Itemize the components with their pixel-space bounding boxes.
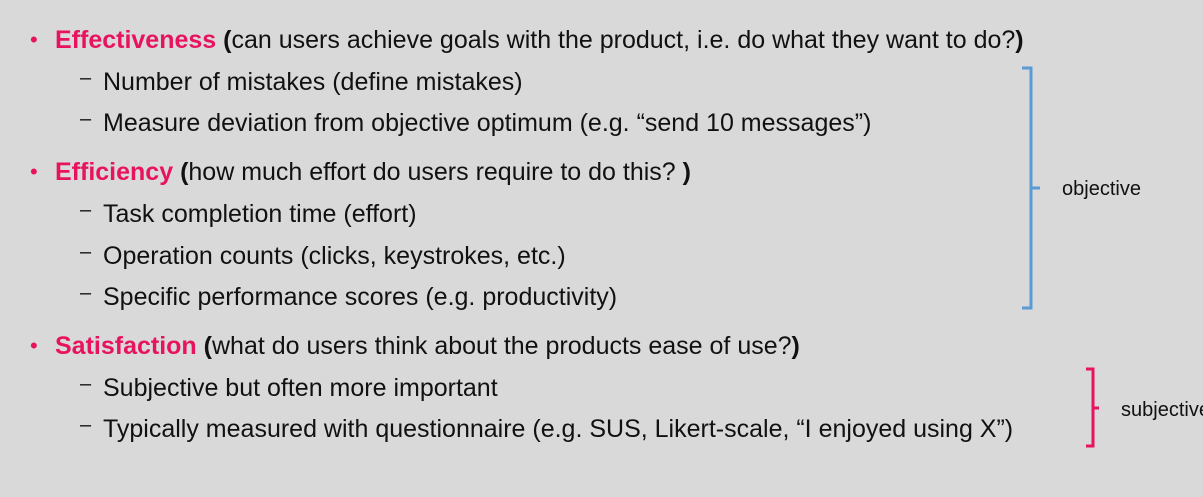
brackets-layer <box>1022 66 1099 448</box>
subjective-bracket <box>1086 367 1099 448</box>
subjective-label: subjective <box>1121 399 1203 421</box>
objective-label: objective <box>1062 178 1141 200</box>
slide: • Effectiveness (can users achieve goals… <box>0 0 1203 497</box>
objective-bracket <box>1022 66 1040 310</box>
